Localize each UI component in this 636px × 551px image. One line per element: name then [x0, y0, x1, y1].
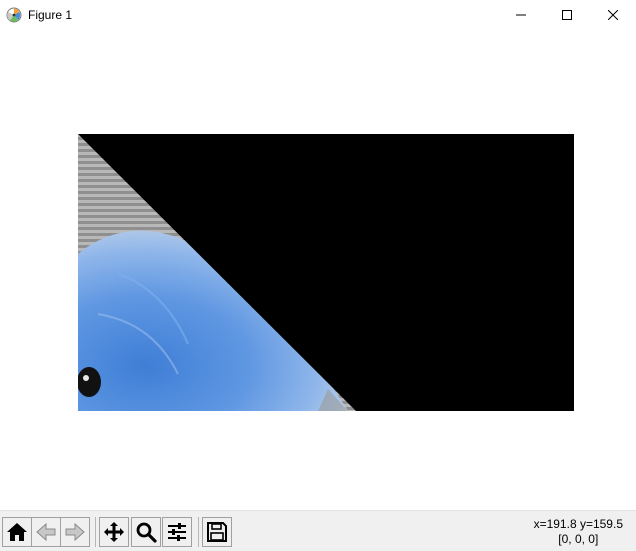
- back-button[interactable]: [31, 517, 61, 547]
- back-arrow-icon: [36, 522, 56, 542]
- image-axes[interactable]: [78, 134, 574, 411]
- sliders-icon: [168, 523, 186, 541]
- magnifier-icon: [136, 522, 157, 543]
- maximize-button[interactable]: [544, 0, 590, 30]
- pixel-value: [0, 0, 0]: [558, 532, 599, 546]
- home-icon: [7, 523, 27, 541]
- forward-button[interactable]: [60, 517, 90, 547]
- rotated-image: [78, 134, 574, 411]
- eye-icon: [78, 367, 101, 397]
- move-icon: [104, 522, 124, 542]
- pan-button[interactable]: [99, 517, 129, 547]
- toolbar-separator: [198, 517, 199, 547]
- configure-subplots-button[interactable]: [162, 517, 192, 547]
- matplotlib-logo-icon: [6, 7, 22, 23]
- close-icon: [608, 10, 618, 20]
- forward-arrow-icon: [65, 522, 85, 542]
- save-button[interactable]: [202, 517, 232, 547]
- floppy-disk-icon: [207, 522, 227, 542]
- minimize-icon: [516, 14, 526, 16]
- home-button[interactable]: [2, 517, 32, 547]
- minimize-button[interactable]: [498, 0, 544, 30]
- toolbar-separator: [95, 517, 96, 547]
- status-readout: x=191.8 y=159.5 [0, 0, 0]: [534, 517, 623, 547]
- window-title: Figure 1: [28, 8, 73, 22]
- figure-window: Figure 1 x=191.8 y=159.5 [0, 0, 0]: [0, 0, 636, 551]
- title-bar: Figure 1: [0, 0, 636, 30]
- navigation-toolbar: x=191.8 y=159.5 [0, 0, 0]: [0, 510, 636, 551]
- close-button[interactable]: [590, 0, 636, 30]
- figure-canvas[interactable]: [0, 30, 636, 510]
- maximize-icon: [562, 10, 572, 20]
- window-controls: [498, 0, 636, 30]
- cursor-coordinates: x=191.8 y=159.5: [533, 517, 623, 531]
- zoom-button[interactable]: [131, 517, 161, 547]
